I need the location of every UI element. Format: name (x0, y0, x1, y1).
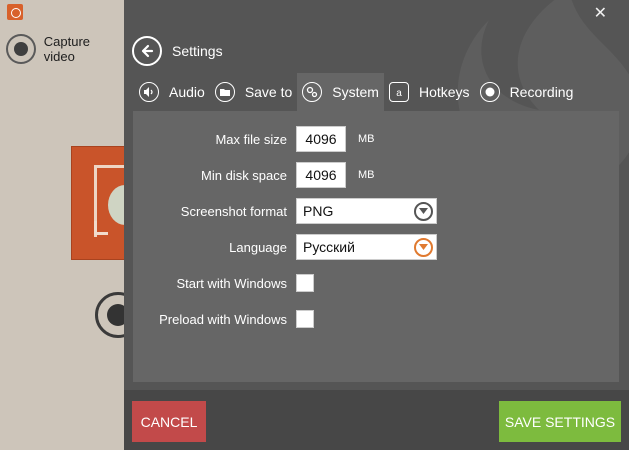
start-with-windows-row: Start with Windows (133, 269, 619, 297)
record-icon (479, 82, 500, 102)
screenshot-format-select[interactable]: PNG (296, 198, 437, 224)
frame-corner-icon-bottom (94, 221, 108, 235)
tab-audio[interactable]: Audio (133, 73, 210, 111)
language-value: Русский (303, 239, 355, 255)
tab-recording[interactable]: Recording (475, 73, 579, 111)
max-file-size-input[interactable]: 4096 (296, 126, 346, 152)
capture-radio-icon[interactable] (6, 34, 36, 64)
preload-with-windows-row: Preload with Windows (133, 305, 619, 333)
start-with-windows-checkbox[interactable] (296, 274, 314, 292)
app-logo-icon (7, 4, 23, 20)
back-arrow-icon[interactable] (132, 36, 162, 66)
background-app: Capture video (0, 0, 142, 450)
chevron-down-icon[interactable] (414, 238, 433, 257)
key-a-icon: a (388, 82, 409, 102)
tab-system-label: System (332, 84, 379, 100)
min-disk-space-input[interactable]: 4096 (296, 162, 346, 188)
preload-with-windows-label: Preload with Windows (159, 311, 287, 327)
max-file-size-label: Max file size (215, 131, 287, 147)
page-title: Settings (172, 43, 223, 59)
system-settings-form: Max file size 4096 MB Min disk space 409… (133, 111, 619, 382)
screenshot-format-label: Screenshot format (180, 203, 287, 219)
tab-save-to-label: Save to (244, 84, 293, 100)
capture-video-option[interactable]: Capture video (6, 34, 124, 64)
max-file-size-unit: MB (358, 133, 375, 145)
tab-save-to[interactable]: Save to (210, 73, 297, 111)
cancel-button[interactable]: CANCEL (132, 401, 206, 442)
min-disk-space-label: Min disk space (201, 167, 287, 183)
settings-tabs: Audio Save to System a Hotkeys Recording (133, 73, 578, 111)
save-settings-button[interactable]: SAVE SETTINGS (499, 401, 621, 442)
speaker-icon (139, 82, 159, 102)
screenshot-format-row: Screenshot format PNG (133, 197, 619, 225)
tab-recording-label: Recording (509, 84, 574, 100)
gears-icon (302, 82, 323, 102)
chevron-down-icon[interactable] (414, 202, 433, 221)
tab-hotkeys[interactable]: a Hotkeys (384, 73, 475, 111)
tab-hotkeys-label: Hotkeys (418, 84, 470, 100)
min-disk-space-row: Min disk space 4096 MB (133, 161, 619, 189)
language-row: Language Русский (133, 233, 619, 261)
screenshot-format-value: PNG (303, 203, 334, 219)
settings-footer: CANCEL SAVE SETTINGS (124, 390, 629, 450)
folder-icon (214, 82, 235, 102)
language-label: Language (229, 239, 287, 255)
capture-area-preview (71, 146, 142, 260)
settings-header: Settings (132, 36, 223, 66)
tab-system[interactable]: System (297, 73, 384, 111)
language-select[interactable]: Русский (296, 234, 437, 260)
svg-text:a: a (396, 88, 402, 98)
close-icon[interactable]: ✕ (594, 3, 607, 23)
min-disk-space-unit: MB (358, 169, 375, 181)
capture-video-label: Capture video (43, 34, 91, 64)
tab-audio-label: Audio (169, 84, 205, 100)
max-file-size-row: Max file size 4096 MB (133, 125, 619, 153)
start-with-windows-label: Start with Windows (176, 275, 287, 291)
preload-with-windows-checkbox[interactable] (296, 310, 314, 328)
settings-panel: ✕ Settings Audio Save to System a Hotkey… (124, 0, 629, 450)
